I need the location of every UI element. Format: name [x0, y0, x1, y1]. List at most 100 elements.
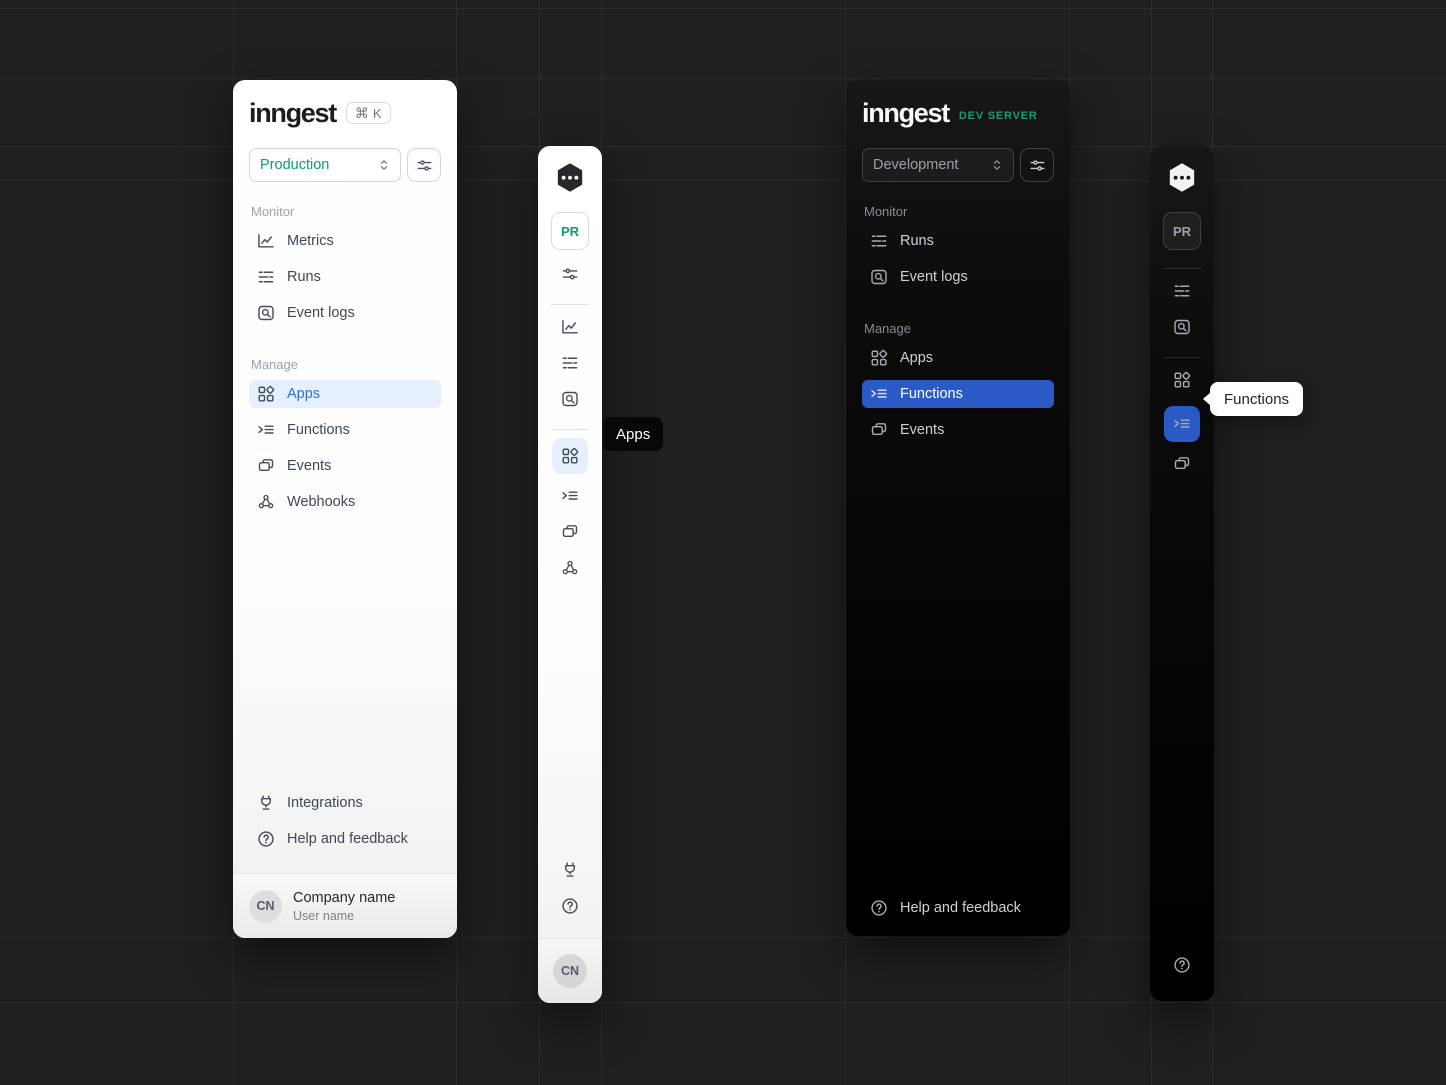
event-logs-icon	[869, 267, 889, 287]
rail-item-event-logs[interactable]	[1168, 313, 1196, 341]
rail-item-events[interactable]	[1168, 450, 1196, 478]
environment-badge[interactable]: PR	[1163, 212, 1201, 250]
webhooks-icon	[560, 558, 580, 578]
environment-value: Production	[260, 157, 329, 173]
company-name: Company name	[293, 890, 395, 906]
environment-value: Development	[873, 157, 958, 173]
inngest-hexagon-logo-icon	[1165, 160, 1199, 196]
runs-icon	[869, 231, 889, 251]
rail-item-webhooks[interactable]	[556, 554, 584, 582]
webhooks-icon	[256, 492, 276, 512]
rail-item-help[interactable]	[556, 892, 584, 920]
rail-item-functions[interactable]	[1164, 406, 1200, 442]
grid-line	[0, 180, 1446, 181]
rail-item-functions[interactable]	[556, 482, 584, 510]
nav-item-runs[interactable]: Runs	[249, 263, 441, 291]
environment-select[interactable]: Production	[249, 148, 401, 182]
filter-button[interactable]	[407, 148, 441, 182]
functions-icon	[869, 384, 889, 404]
sidebar-dark-expanded: inngest DEV SERVER Development Monitor R…	[846, 80, 1070, 936]
nav-item-functions[interactable]: Functions	[249, 416, 441, 444]
grid-line	[0, 937, 1446, 938]
tooltip-apps: Apps	[603, 417, 663, 451]
metrics-icon	[256, 231, 276, 251]
rail-item-event-logs[interactable]	[556, 385, 584, 413]
functions-icon	[1172, 414, 1192, 434]
runs-icon	[560, 353, 580, 373]
sidebar-light-collapsed-rail: PR	[538, 146, 602, 1003]
environment-badge[interactable]: PR	[551, 212, 589, 250]
section-label-manage: Manage	[249, 357, 441, 372]
nav-item-apps[interactable]: Apps	[862, 344, 1054, 372]
rail-item-runs[interactable]	[556, 349, 584, 377]
nav-item-event-logs[interactable]: Event logs	[862, 263, 1054, 291]
functions-icon	[560, 486, 580, 506]
account-menu[interactable]: CN Company name User name	[233, 873, 457, 938]
nav-item-integrations[interactable]: Integrations	[249, 789, 441, 817]
divider	[1163, 357, 1201, 358]
grid-line	[0, 1002, 1446, 1003]
sliders-icon	[415, 156, 434, 175]
shortcut-key: K	[373, 107, 382, 120]
dev-server-badge: DEV SERVER	[959, 110, 1038, 122]
events-icon	[1172, 454, 1192, 474]
rail-item-integrations[interactable]	[556, 856, 584, 884]
rail-item-help[interactable]	[1168, 951, 1196, 979]
help-icon	[256, 829, 276, 849]
rail-item-apps[interactable]	[552, 438, 588, 474]
nav-item-webhooks[interactable]: Webhooks	[249, 488, 441, 516]
inngest-logo: inngest	[862, 100, 949, 127]
nav-item-help[interactable]: Help and feedback	[249, 825, 441, 853]
integrations-icon	[560, 860, 580, 880]
runs-icon	[256, 267, 276, 287]
rail-item-runs[interactable]	[1168, 277, 1196, 305]
command-k-shortcut[interactable]: ⌘ K	[346, 102, 391, 124]
inngest-logo: inngest	[249, 100, 336, 127]
nav-item-metrics[interactable]: Metrics	[249, 227, 441, 255]
rail-item-apps[interactable]	[1168, 366, 1196, 394]
inngest-hexagon-logo-icon	[553, 160, 587, 196]
event-logs-icon	[256, 303, 276, 323]
section-label-monitor: Monitor	[862, 204, 1054, 219]
nav-item-events[interactable]: Events	[862, 416, 1054, 444]
help-icon	[869, 898, 889, 918]
rail-item-metrics[interactable]	[556, 313, 584, 341]
events-icon	[256, 456, 276, 476]
section-label-monitor: Monitor	[249, 204, 441, 219]
grid-line	[0, 146, 1446, 147]
nav-item-events[interactable]: Events	[249, 452, 441, 480]
runs-icon	[1172, 281, 1192, 301]
sliders-icon	[1028, 156, 1047, 175]
filter-button[interactable]	[556, 260, 584, 288]
nav-item-runs[interactable]: Runs	[862, 227, 1054, 255]
nav-item-event-logs[interactable]: Event logs	[249, 299, 441, 327]
tooltip-functions: Functions	[1210, 382, 1303, 416]
account-menu[interactable]: CN	[538, 938, 602, 1003]
divider	[1163, 268, 1201, 269]
design-canvas: inngest ⌘ K Production Monitor Metrics	[0, 0, 1446, 1085]
command-icon: ⌘	[355, 106, 369, 120]
logo-row: inngest ⌘ K	[249, 98, 441, 128]
logo-row: inngest DEV SERVER	[862, 98, 1054, 128]
event-logs-icon	[1172, 317, 1192, 337]
section-label-manage: Manage	[862, 321, 1054, 336]
environment-select[interactable]: Development	[862, 148, 1014, 182]
avatar: CN	[249, 890, 282, 923]
integrations-icon	[256, 793, 276, 813]
sidebar-light-expanded: inngest ⌘ K Production Monitor Metrics	[233, 80, 457, 938]
filter-button[interactable]	[1020, 148, 1054, 182]
avatar: CN	[553, 954, 587, 988]
nav-item-functions[interactable]: Functions	[862, 380, 1054, 408]
functions-icon	[256, 420, 276, 440]
grid-line	[0, 8, 1446, 9]
apps-icon	[256, 384, 276, 404]
nav-item-help[interactable]: Help and feedback	[862, 894, 1054, 922]
rail-item-events[interactable]	[556, 518, 584, 546]
events-icon	[560, 522, 580, 542]
divider	[551, 304, 589, 305]
chevron-up-down-icon	[988, 156, 1006, 174]
divider	[551, 429, 589, 430]
apps-icon	[1172, 370, 1192, 390]
nav-item-apps[interactable]: Apps	[249, 380, 441, 408]
sliders-icon	[560, 264, 580, 284]
